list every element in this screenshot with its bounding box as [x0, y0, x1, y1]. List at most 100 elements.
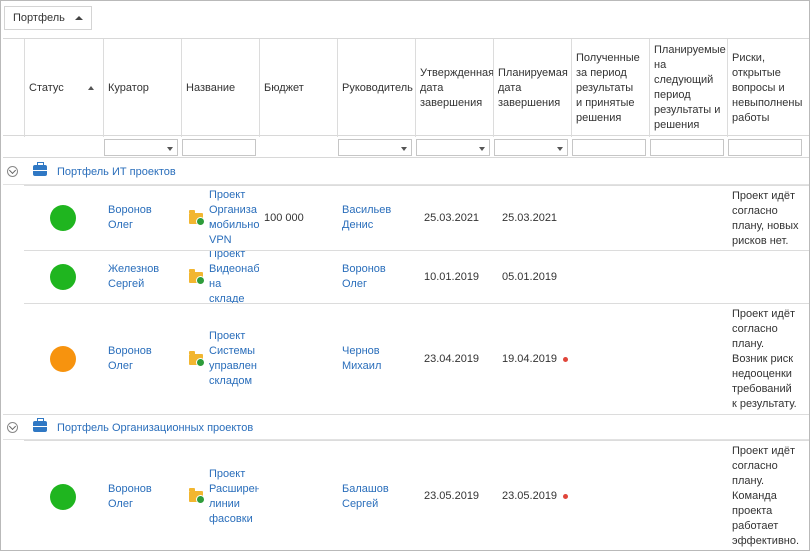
portfolio-window: Портфель Статус Куратор Название Бюджет … — [0, 0, 810, 551]
portfolio-group-label: Портфель — [13, 12, 65, 24]
chevron-down-icon — [479, 147, 485, 151]
chevron-down-icon — [167, 147, 173, 151]
planned-date: 23.05.2019 — [502, 490, 558, 502]
risks-text: Проект идёт согласно плану. Возник риск … — [732, 308, 797, 410]
column-header-budget[interactable]: Бюджет — [259, 39, 337, 137]
planned-date-cell: 19.04.2019 — [502, 304, 582, 414]
group-row-it[interactable]: Портфель ИТ проектов — [3, 159, 809, 185]
status-dot-green — [50, 205, 76, 231]
approved-date: 25.03.2021 — [424, 211, 480, 224]
curator-link[interactable]: Воронов Олег — [108, 441, 178, 551]
manager-link[interactable]: Васильев Денис — [342, 186, 412, 250]
table-row[interactable]: Железнов Сергей Проект Видеонаб на склад… — [24, 250, 809, 303]
group-row-organizational[interactable]: Портфель Организационных проектов — [3, 414, 809, 440]
column-header-risks-label: Риски, открытые вопросы и невыполнены ра… — [732, 51, 803, 124]
budget-value: 100 000 — [264, 211, 304, 224]
project-folder-icon — [189, 488, 205, 504]
chevron-down-icon — [557, 147, 563, 151]
project-name-link[interactable]: Проект Организа мобильно VPN — [209, 188, 259, 248]
curator-link[interactable]: Железнов Сергей — [108, 251, 178, 303]
column-header-budget-label: Бюджет — [264, 81, 304, 94]
status-indicator — [50, 186, 80, 250]
curator-link[interactable]: Воронов Олег — [108, 304, 178, 414]
column-header-results-planned-label: Планируемые на следующий период результа… — [654, 44, 726, 131]
manager-link[interactable]: Балашов Сергей — [342, 441, 412, 551]
filter-planned-date[interactable] — [494, 139, 568, 156]
filter-risks[interactable] — [728, 139, 802, 156]
status-dot-green — [50, 264, 76, 290]
planned-date: 25.03.2021 — [502, 211, 558, 224]
project-folder-icon — [189, 209, 205, 226]
approved-date: 10.01.2019 — [424, 270, 480, 283]
briefcase-icon — [33, 162, 47, 176]
overdue-dot-icon — [563, 356, 569, 362]
filter-name[interactable] — [182, 139, 256, 156]
manager-link[interactable]: Воронов Олег — [342, 251, 412, 303]
column-header-name[interactable]: Название — [181, 39, 259, 137]
column-header-approved-date[interactable]: Утвержденная дата завершения — [415, 39, 493, 137]
caret-up-icon — [74, 16, 83, 20]
column-header-curator-label: Куратор — [108, 81, 149, 94]
project-name-cell: Проект Организа мобильно VPN — [189, 186, 259, 250]
table-row[interactable]: Воронов Олег Проект Расширен линии фасов… — [24, 440, 809, 551]
portfolio-group-button[interactable]: Портфель — [4, 6, 92, 30]
column-header-curator[interactable]: Куратор — [103, 39, 181, 137]
column-header-manager[interactable]: Руководитель — [337, 39, 415, 137]
approved-date: 23.05.2019 — [424, 490, 480, 502]
status-indicator — [50, 441, 80, 551]
filter-row — [3, 136, 809, 158]
project-name-link[interactable]: Проект Видеонаб на складе — [209, 251, 259, 303]
filter-approved-date[interactable] — [416, 139, 490, 156]
group-title: Портфель Организационных проектов — [57, 422, 254, 434]
column-header-planned-date[interactable]: Планируемая дата завершения — [493, 39, 571, 137]
project-name-link[interactable]: Проект Системы управлен складом — [209, 329, 257, 389]
curator-link[interactable]: Воронов Олег — [108, 186, 178, 250]
project-name-cell: Проект Расширен линии фасовки — [189, 441, 259, 551]
planned-date: 19.04.2019 — [502, 352, 558, 365]
sort-ascending-icon — [88, 86, 94, 90]
manager-link[interactable]: Чернов Михаил — [342, 304, 412, 414]
risks-text: Проект идёт согласно плану. Команда прое… — [732, 445, 800, 547]
column-header-planned-date-label: Планируемая дата завершения — [498, 66, 568, 109]
project-folder-icon — [189, 268, 205, 285]
status-indicator — [50, 304, 80, 414]
planned-date: 05.01.2019 — [502, 270, 558, 283]
risks-text: Проект идёт согласно плану, новых рисков… — [732, 190, 799, 247]
status-dot-orange — [50, 346, 76, 372]
column-header-risks[interactable]: Риски, открытые вопросы и невыполнены ра… — [727, 39, 809, 137]
filter-results-planned[interactable] — [650, 139, 724, 156]
collapse-group-icon[interactable] — [7, 166, 18, 177]
project-name-link[interactable]: Проект Расширен линии фасовки — [209, 467, 259, 527]
grid-header: Статус Куратор Название Бюджет Руководит… — [3, 38, 809, 137]
filter-manager[interactable] — [338, 139, 412, 156]
group-title: Портфель ИТ проектов — [57, 166, 176, 178]
planned-date-cell: 05.01.2019 — [502, 251, 582, 303]
column-header-name-label: Название — [186, 81, 236, 94]
approved-date: 23.04.2019 — [424, 352, 480, 365]
status-dot-green — [50, 483, 76, 510]
column-header-results-received[interactable]: Полученные за период результаты и принят… — [571, 39, 649, 137]
table-row[interactable]: Воронов Олег Проект Системы управлен скл… — [24, 303, 809, 414]
project-name-cell: Проект Системы управлен складом — [189, 304, 259, 414]
column-header-manager-label: Руководитель — [342, 81, 413, 94]
collapse-group-icon[interactable] — [7, 422, 18, 433]
budget-value — [264, 251, 334, 303]
chevron-down-icon — [401, 147, 407, 151]
table-row[interactable]: Воронов Олег Проект Организа мобильно VP… — [24, 185, 809, 250]
planned-date-cell: 23.05.2019 — [502, 441, 582, 551]
column-header-status-label: Статус — [29, 81, 64, 94]
filter-results-received[interactable] — [572, 139, 646, 156]
column-header-status[interactable]: Статус — [24, 39, 103, 137]
status-indicator — [50, 251, 80, 303]
overdue-dot-icon — [563, 494, 569, 499]
column-header-results-planned[interactable]: Планируемые на следующий период результа… — [649, 39, 727, 137]
budget-value — [264, 304, 334, 414]
project-folder-icon — [189, 350, 205, 367]
budget-value — [264, 441, 334, 551]
filter-curator[interactable] — [104, 139, 178, 156]
planned-date-cell: 25.03.2021 — [502, 186, 582, 250]
project-name-cell: Проект Видеонаб на складе — [189, 251, 259, 303]
briefcase-icon — [33, 418, 47, 432]
column-header-approved-date-label: Утвержденная дата завершения — [420, 66, 493, 109]
column-header-results-received-label: Полученные за период результаты и принят… — [576, 51, 640, 124]
